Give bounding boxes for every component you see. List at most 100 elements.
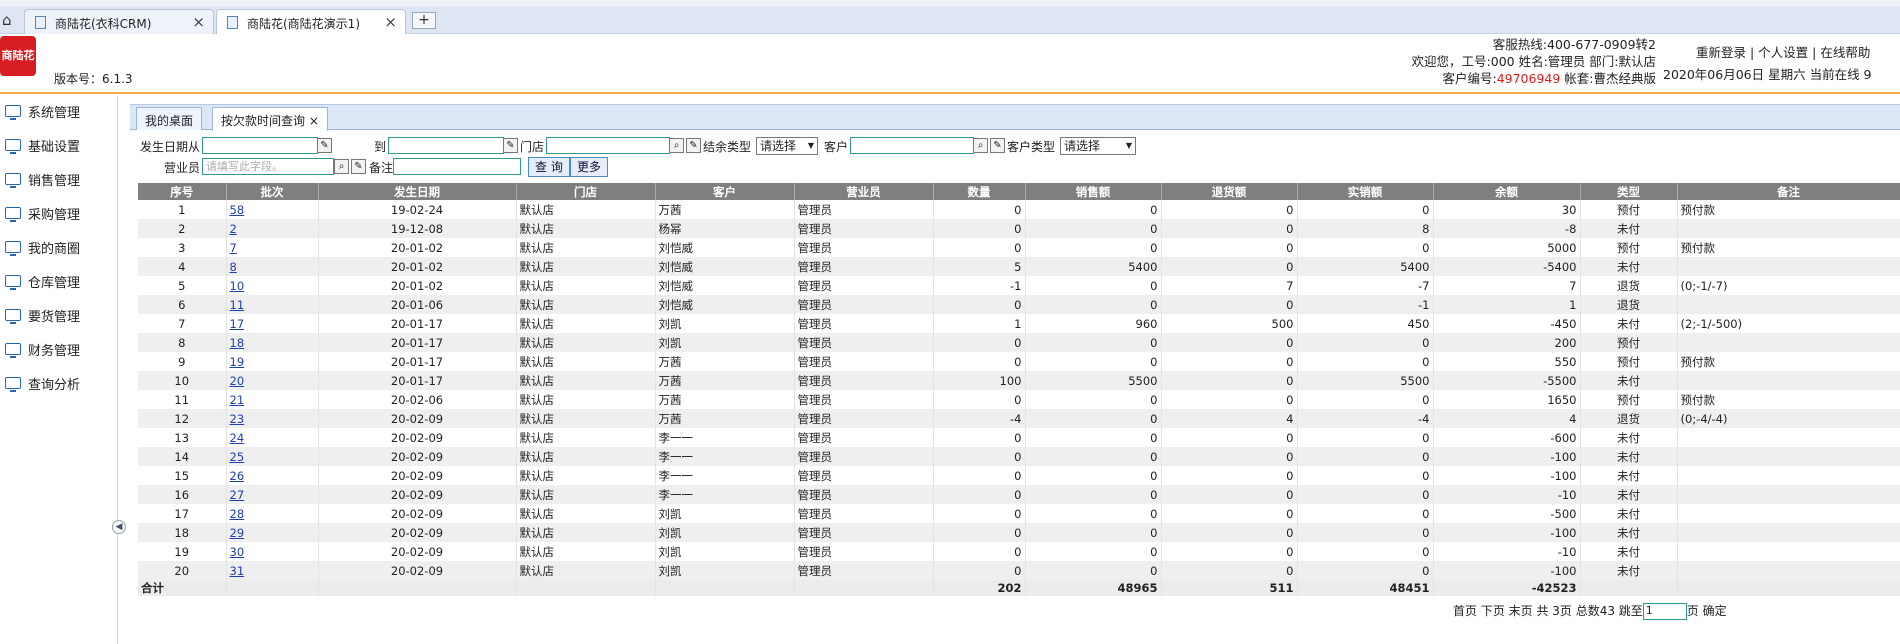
batch-link[interactable]: 30	[230, 545, 245, 559]
batch-link[interactable]: 18	[230, 336, 245, 350]
table-cell: 25	[226, 447, 319, 466]
table-row[interactable]: 12 23 20-02-09 默认店 万茜 管理员 -4 0 4 -4 4 退货 (0;-4/-4)	[138, 409, 1900, 428]
column-header[interactable]: 批次	[226, 183, 319, 200]
date-to-input[interactable]	[388, 137, 504, 154]
header-links[interactable]: 重新登录 | 个人设置 | 在线帮助	[1696, 42, 1870, 61]
column-header[interactable]: 备注	[1677, 183, 1900, 200]
close-icon[interactable]: ×	[192, 13, 205, 31]
batch-link[interactable]: 25	[230, 450, 245, 464]
table-row[interactable]: 11 21 20-02-06 默认店 万茜 管理员 0 0 0 0 1650 预付 预付款	[138, 390, 1900, 409]
batch-link[interactable]: 2	[230, 222, 237, 236]
batch-link[interactable]: 7	[230, 241, 237, 255]
table-row[interactable]: 7 17 20-01-17 默认店 刘凯 管理员 1 960 500 450 -450 未付 (2;-1…	[138, 314, 1900, 333]
table-row[interactable]: 2 2 19-12-08 默认店 杨幂 管理员 0 0 0 8 -8 未付	[138, 219, 1900, 238]
batch-link[interactable]: 29	[230, 526, 245, 540]
column-header[interactable]: 数量	[933, 183, 1026, 200]
table-row[interactable]: 15 26 20-02-09 默认店 李一一 管理员 0 0 0 0 -100 未付	[138, 466, 1900, 485]
column-header[interactable]: 客户	[655, 183, 795, 200]
batch-link[interactable]: 10	[230, 279, 245, 293]
pager-confirm[interactable]: 页 确定	[1687, 604, 1727, 618]
batch-link[interactable]: 26	[230, 469, 245, 483]
sidebar-item-finance[interactable]: 财务管理	[5, 340, 80, 359]
table-row[interactable]: 1 58 19-02-24 默认店 万茜 管理员 0 0 0 0 30 预付 预付款	[138, 200, 1900, 219]
close-icon[interactable]: ×	[309, 114, 319, 128]
sidebar-item-basic[interactable]: 基础设置	[5, 136, 80, 155]
batch-link[interactable]: 21	[230, 393, 245, 407]
batch-link[interactable]: 23	[230, 412, 245, 426]
table-row[interactable]: 19 30 20-02-09 默认店 刘凯 管理员 0 0 0 0 -10 未付	[138, 542, 1900, 561]
sidebar-item-order[interactable]: 要货管理	[5, 306, 80, 325]
home-icon[interactable]: ⌂	[2, 12, 18, 28]
date-from-input[interactable]	[202, 137, 318, 154]
table-row[interactable]: 14 25 20-02-09 默认店 李一一 管理员 0 0 0 0 -100 未付	[138, 447, 1900, 466]
batch-link[interactable]: 8	[230, 260, 237, 274]
batch-link[interactable]: 24	[230, 431, 245, 445]
batch-link[interactable]: 19	[230, 355, 245, 369]
collapse-sidebar-icon[interactable]: ◀	[112, 520, 126, 534]
column-header[interactable]: 余额	[1433, 183, 1581, 200]
query-button[interactable]: 查 询	[528, 157, 570, 177]
batch-link[interactable]: 20	[230, 374, 245, 388]
column-header[interactable]: 营业员	[794, 183, 934, 200]
column-header[interactable]: 序号	[138, 183, 227, 200]
table-row[interactable]: 6 11 20-01-06 默认店 刘恺威 管理员 0 0 0 -1 1 退货	[138, 295, 1900, 314]
batch-link[interactable]: 11	[230, 298, 245, 312]
browser-tab-1[interactable]: 商陆花(衣科CRM) ×	[24, 9, 214, 34]
edit-icon[interactable]: ✎	[317, 138, 332, 153]
close-icon[interactable]: ×	[384, 13, 397, 31]
table-cell: 管理员	[794, 200, 934, 219]
tab-arrears-query[interactable]: 按欠款时间查询 ×	[212, 107, 328, 131]
batch-link[interactable]: 31	[230, 564, 245, 578]
table-row[interactable]: 17 28 20-02-09 默认店 刘凯 管理员 0 0 0 0 -500 未付	[138, 504, 1900, 523]
pager-links[interactable]: 首页 下页 末页 共 3页 总数43 跳至	[1453, 604, 1643, 618]
table-row[interactable]: 13 24 20-02-09 默认店 李一一 管理员 0 0 0 0 -600 未付	[138, 428, 1900, 447]
sidebar-item-circle[interactable]: 我的商圈	[5, 238, 80, 257]
column-header[interactable]: 门店	[516, 183, 656, 200]
edit-icon[interactable]: ✎	[686, 138, 701, 153]
table-row[interactable]: 8 18 20-01-17 默认店 刘凯 管理员 0 0 0 0 200 预付	[138, 333, 1900, 352]
new-tab-button[interactable]: +	[412, 12, 436, 29]
table-cell: 13	[138, 428, 227, 447]
store-input[interactable]	[546, 137, 670, 154]
sidebar-item-purchase[interactable]: 采购管理	[5, 204, 80, 223]
table-row[interactable]: 4 8 20-01-02 默认店 刘恺威 管理员 5 5400 0 5400 -5400 未付	[138, 257, 1900, 276]
page-jump-input[interactable]: 1	[1642, 603, 1687, 620]
remark-input[interactable]	[393, 158, 521, 175]
column-header[interactable]: 退货额	[1161, 183, 1298, 200]
batch-link[interactable]: 58	[230, 203, 245, 217]
customer-input[interactable]	[850, 137, 974, 154]
more-button[interactable]: 更多	[570, 157, 609, 177]
table-cell: 6	[138, 295, 227, 314]
salesperson-input[interactable]: 请填写此字段。	[202, 158, 334, 175]
search-icon[interactable]: ⌕	[973, 138, 988, 153]
batch-link[interactable]: 28	[230, 507, 245, 521]
column-header[interactable]: 实销额	[1297, 183, 1434, 200]
edit-icon[interactable]: ✎	[351, 159, 366, 174]
table-row[interactable]: 16 27 20-02-09 默认店 李一一 管理员 0 0 0 0 -10 未付	[138, 485, 1900, 504]
batch-link[interactable]: 17	[230, 317, 245, 331]
edit-icon[interactable]: ✎	[990, 138, 1005, 153]
customer-type-select[interactable]: 请选择	[1060, 137, 1136, 155]
search-icon[interactable]: ⌕	[334, 159, 349, 174]
browser-tab-2[interactable]: 商陆花(商陆花演示1) ×	[216, 9, 406, 34]
table-row[interactable]: 3 7 20-01-02 默认店 刘恺威 管理员 0 0 0 0 5000 预付 预付款	[138, 238, 1900, 257]
column-header[interactable]: 类型	[1580, 183, 1678, 200]
column-header[interactable]: 发生日期	[318, 183, 517, 200]
column-header[interactable]: 销售额	[1025, 183, 1162, 200]
sidebar-item-query[interactable]: 查询分析	[5, 374, 80, 393]
table-row[interactable]: 18 29 20-02-09 默认店 刘凯 管理员 0 0 0 0 -100 未付	[138, 523, 1900, 542]
edit-icon[interactable]: ✎	[503, 138, 518, 153]
table-row[interactable]: 9 19 20-01-17 默认店 万茜 管理员 0 0 0 0 550 预付 预付款	[138, 352, 1900, 371]
table-cell: 12	[138, 409, 227, 428]
table-cell: 万茜	[655, 390, 795, 409]
sidebar-item-sales[interactable]: 销售管理	[5, 170, 80, 189]
search-icon[interactable]: ⌕	[669, 138, 684, 153]
balance-type-select[interactable]: 请选择	[756, 137, 818, 155]
table-row[interactable]: 20 31 20-02-09 默认店 刘凯 管理员 0 0 0 0 -100 未付	[138, 561, 1900, 580]
batch-link[interactable]: 27	[230, 488, 245, 502]
table-row[interactable]: 5 10 20-01-02 默认店 刘恺威 管理员 -1 0 7 -7 7 退货 (0;-1/-7)	[138, 276, 1900, 295]
tab-desktop[interactable]: 我的桌面	[136, 107, 203, 130]
table-row[interactable]: 10 20 20-01-17 默认店 万茜 管理员 100 5500 0 5500 -5500 未付	[138, 371, 1900, 390]
sidebar-item-system[interactable]: 系统管理	[5, 102, 80, 121]
sidebar-item-warehouse[interactable]: 仓库管理	[5, 272, 80, 291]
